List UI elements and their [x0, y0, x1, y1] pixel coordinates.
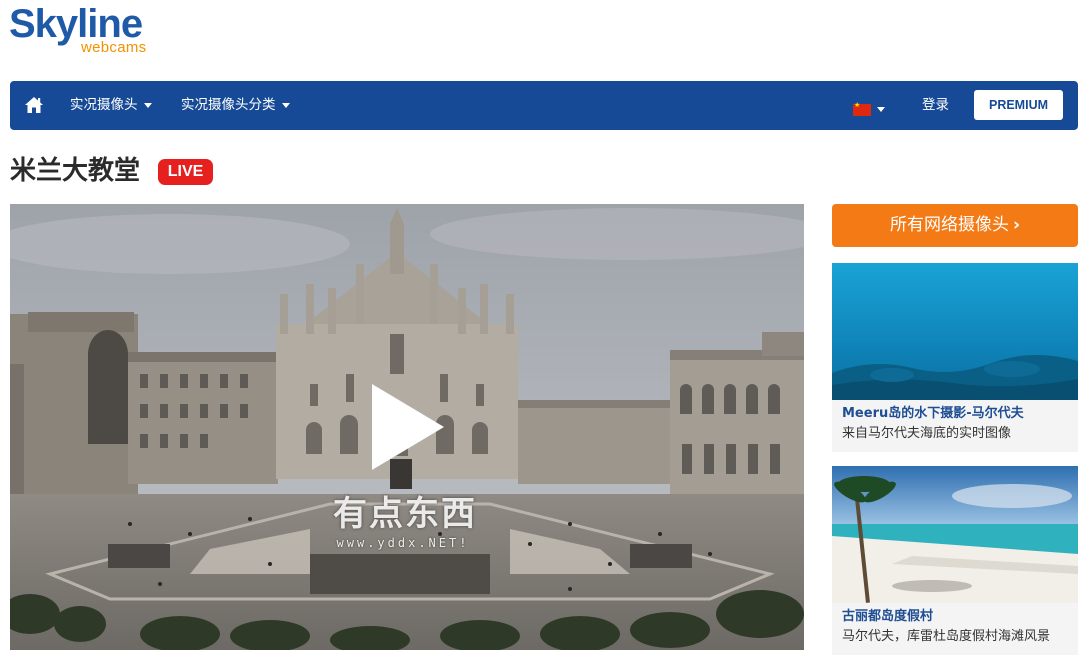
all-webcams-button[interactable]: 所有网络摄像头 › — [832, 204, 1078, 247]
watermark-text: 有点东西 — [333, 494, 477, 534]
all-webcams-label: 所有网络摄像头 — [889, 215, 1009, 235]
webcam-card-title: Meeru岛的水下摄影-马尔代夫 — [842, 406, 1024, 421]
webcam-thumbnail — [832, 466, 1078, 603]
logo-subtext: webcams — [81, 39, 147, 56]
webcam-card-desc: 马尔代夫，库雷杜岛度假村海滩风景 — [842, 629, 1051, 644]
login-link[interactable]: 登录 — [922, 81, 949, 130]
nav-webcam-categories[interactable]: 实况摄像头分类 — [181, 81, 290, 130]
webcam-card-title: 古丽都岛度假村 — [842, 609, 934, 624]
webcam-card[interactable]: 古丽都岛度假村 马尔代夫，库雷杜岛度假村海滩风景 — [832, 466, 1078, 655]
chevron-right-icon: › — [1012, 215, 1020, 235]
home-icon[interactable] — [24, 95, 44, 115]
nav-live-webcams-label: 实况摄像头 — [70, 97, 138, 113]
live-badge: LIVE — [158, 159, 213, 185]
main-navbar: 实况摄像头 实况摄像头分类 登录 PREMIUM — [10, 81, 1078, 130]
webcam-card[interactable]: Meeru岛的水下摄影-马尔代夫 来自马尔代夫海底的实时图像 — [832, 263, 1078, 452]
webcam-card-desc: 来自马尔代夫海底的实时图像 — [842, 426, 1012, 441]
language-selector[interactable] — [853, 99, 885, 116]
china-flag-icon — [853, 101, 871, 116]
caret-down-icon — [281, 102, 290, 108]
webcam-thumbnail — [832, 263, 1078, 400]
video-player[interactable]: 有点东西 www.yddx.NET! — [10, 204, 804, 650]
page-title: 米兰大教堂 — [10, 156, 141, 186]
watermark-url: www.yddx.NET! — [336, 536, 470, 550]
nav-live-webcams[interactable]: 实况摄像头 — [70, 81, 152, 130]
caret-down-icon — [877, 107, 885, 112]
nav-webcam-categories-label: 实况摄像头分类 — [181, 97, 276, 113]
caret-down-icon — [143, 102, 152, 108]
premium-button[interactable]: PREMIUM — [974, 90, 1063, 120]
skyline-logo[interactable]: Skyline webcams — [9, 2, 179, 58]
play-icon[interactable] — [372, 384, 444, 470]
